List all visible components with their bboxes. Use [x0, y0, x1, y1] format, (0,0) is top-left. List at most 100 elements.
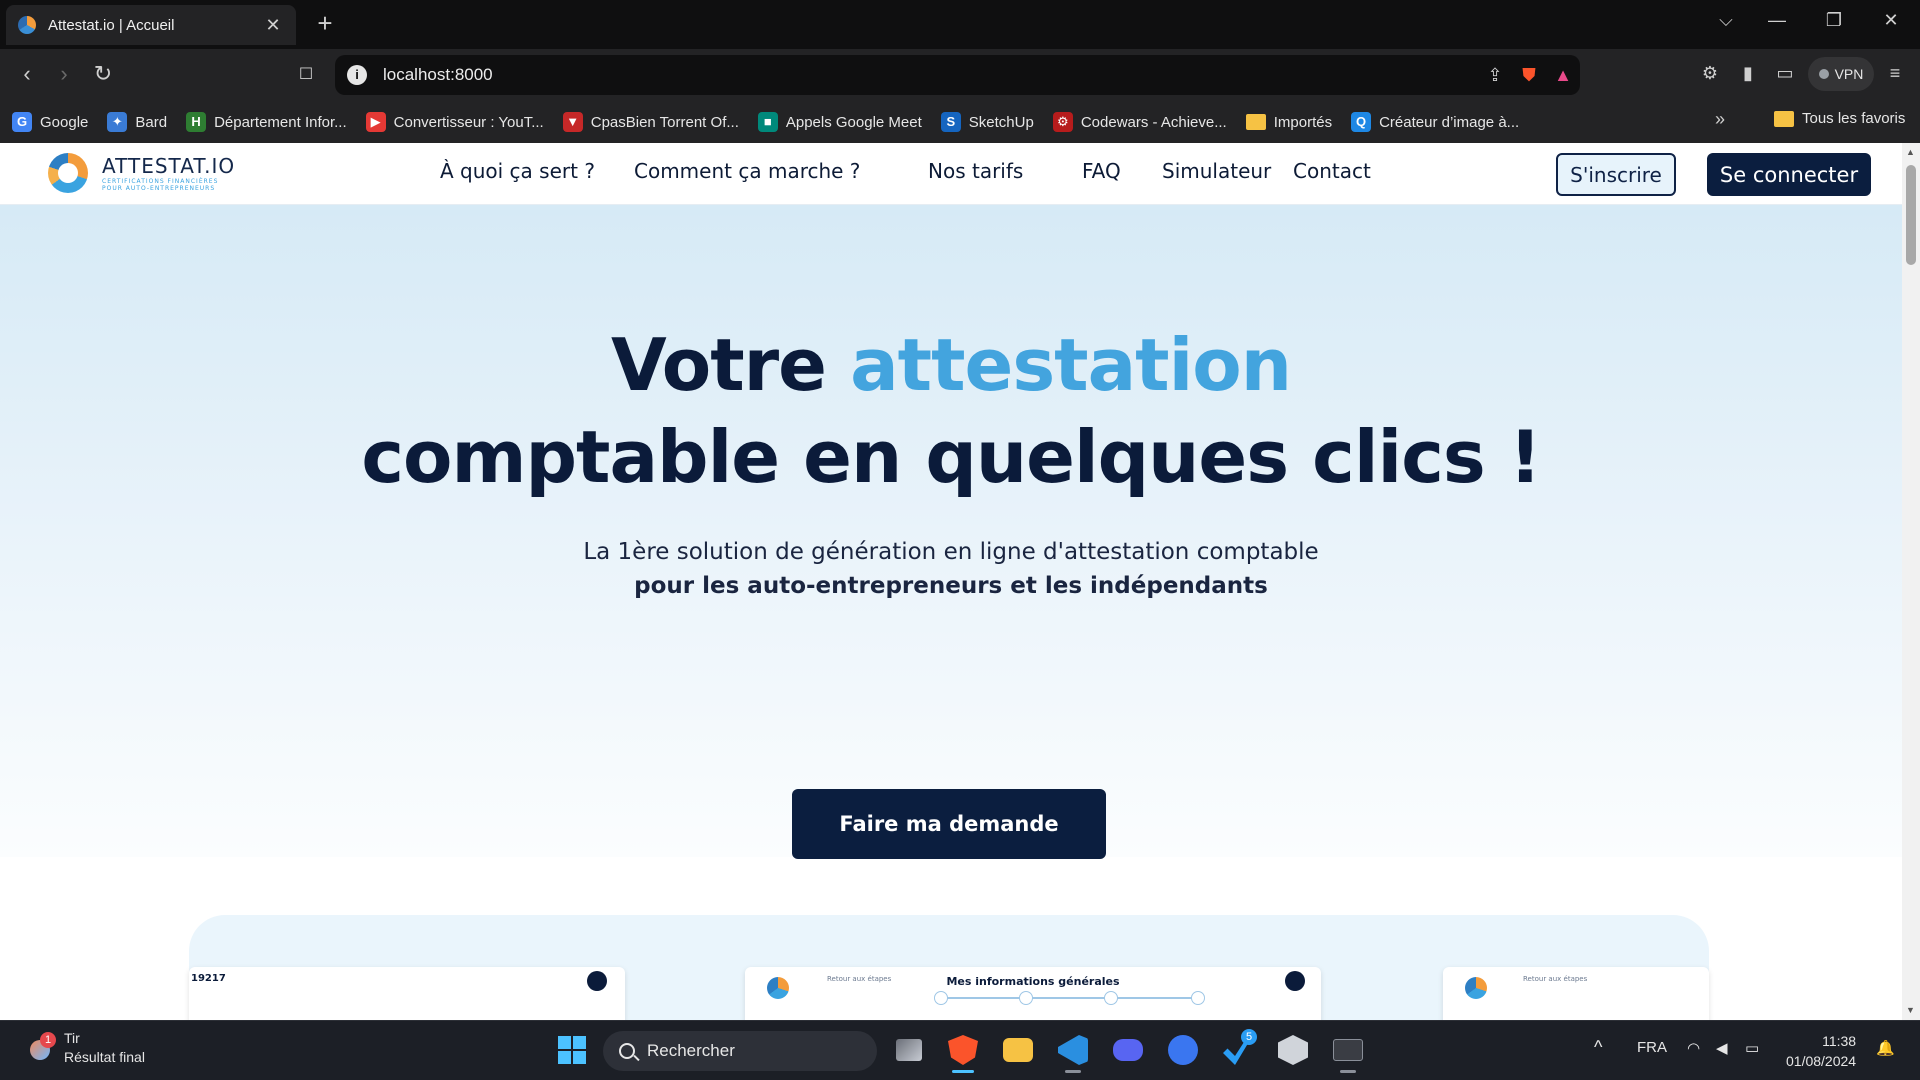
taskbar-search[interactable]: Rechercher — [603, 1031, 877, 1071]
app-screenshot-1: 19217 — [189, 967, 625, 1020]
browser-tab-active[interactable]: Attestat.io | Accueil ✕ — [6, 5, 296, 45]
maximize-button[interactable]: ❐ — [1814, 10, 1854, 31]
request-button[interactable]: Faire ma demande — [792, 789, 1106, 859]
bookmark-label: Bard — [135, 113, 168, 131]
address-url[interactable]: localhost:8000 — [383, 65, 1478, 85]
wifi-icon[interactable]: ◠ — [1687, 1039, 1700, 1057]
brave-shields-icon[interactable]: ⛊ — [1512, 65, 1546, 86]
notification-bell-icon[interactable]: 🔔 — [1876, 1039, 1895, 1057]
bookmarks-overflow-icon[interactable]: » — [1715, 109, 1725, 130]
scroll-up-icon[interactable]: ▲ — [1906, 147, 1915, 157]
bookmarks-bar: G Google ✦ Bard H Département Infor... ▶ Conver… — [0, 101, 1920, 143]
login-button[interactable]: Se connecter — [1707, 153, 1871, 196]
nav-link-simulateur[interactable]: Simulateur — [1162, 159, 1271, 183]
signal-icon — [1168, 1035, 1198, 1065]
screenshot-id: 19217 — [191, 973, 226, 984]
step-2-icon — [1019, 991, 1033, 1005]
wallet-icon[interactable]: ▭ — [1770, 63, 1800, 84]
step-3-icon — [1104, 991, 1118, 1005]
browser-toolbar: ‹ › ↻ ☐ i localhost:8000 ⇪ ⛊ ▲ ⚙ ▮ ▭ VPN… — [0, 49, 1920, 101]
clock-time: 11:38 — [1822, 1033, 1857, 1049]
bookmark-label: CpasBien Torrent Of... — [590, 113, 739, 131]
signup-button[interactable]: S'inscrire — [1556, 153, 1676, 196]
share-icon[interactable]: ⇪ — [1478, 65, 1512, 86]
all-bookmarks-folder[interactable]: Tous les favoris — [1774, 110, 1905, 127]
site-info-icon[interactable]: i — [347, 65, 367, 85]
bookmark-page-icon[interactable]: ☐ — [291, 64, 321, 84]
bookmark-label: Département Infor... — [214, 113, 347, 131]
vpn-label: VPN — [1834, 66, 1864, 82]
extensions-icon[interactable]: ⚙ — [1695, 63, 1725, 84]
reload-button[interactable]: ↻ — [88, 61, 118, 87]
taskbar-app-explorer[interactable] — [1001, 1033, 1035, 1067]
taskbar-app-signal[interactable] — [1166, 1033, 1200, 1067]
bookmark-item[interactable]: ▶ Convertisseur : YouT... — [365, 112, 544, 132]
vpn-status-icon — [1818, 69, 1829, 79]
page-scrollbar[interactable]: ▲ ▼ — [1902, 143, 1920, 1020]
attestat-favicon-icon — [18, 16, 36, 34]
forward-button[interactable]: › — [49, 61, 79, 87]
user-icon — [1285, 971, 1305, 991]
address-bar[interactable]: i localhost:8000 ⇪ ⛊ ▲ — [335, 55, 1580, 95]
hero-section: Votre attestation comptable en quelques … — [0, 205, 1902, 859]
all-bookmarks-label: Tous les favoris — [1802, 110, 1906, 127]
taskbar-app-brave[interactable] — [946, 1033, 980, 1073]
scroll-down-icon[interactable]: ▼ — [1906, 1005, 1915, 1015]
nav-link-contact[interactable]: Contact — [1293, 159, 1371, 183]
bookmark-label: Google — [40, 113, 89, 131]
tab-search-chevron-icon[interactable]: ⌵ — [1706, 10, 1746, 31]
taskbar-app-discord[interactable] — [1111, 1033, 1145, 1067]
bookmark-favicon-icon: ▶ — [365, 112, 386, 132]
brave-rewards-icon[interactable]: ▲ — [1546, 65, 1580, 86]
stepper — [934, 991, 1205, 1005]
site-logo[interactable]: ATTESTAT.IO CERTIFICATIONS FINANCIÈRES P… — [48, 153, 235, 193]
volume-icon[interactable]: ◀ — [1716, 1039, 1728, 1057]
bookmark-favicon-icon: G — [12, 112, 32, 132]
nav-link-a-quoi-ca-sert[interactable]: À quoi ça sert ? — [440, 159, 595, 183]
back-button[interactable]: ‹ — [12, 61, 42, 87]
nav-link-nos-tarifs[interactable]: Nos tarifs — [928, 159, 1023, 183]
back-to-steps-link: Retour aux étapes — [1523, 975, 1588, 983]
bookmark-item[interactable]: Q Créateur d’image à... — [1351, 112, 1519, 132]
close-window-button[interactable]: ✕ — [1871, 10, 1911, 31]
taskbar-app-terminal[interactable] — [1331, 1033, 1365, 1073]
clock-date: 01/08/2024 — [1786, 1053, 1857, 1069]
scrollbar-thumb[interactable] — [1906, 165, 1916, 265]
bookmark-item[interactable]: ▼ CpasBien Torrent Of... — [562, 112, 739, 132]
vpn-button[interactable]: VPN — [1808, 57, 1874, 91]
system-clock[interactable]: 11:38 01/08/2024 — [1786, 1031, 1856, 1071]
bookmark-favicon-icon: H — [186, 112, 207, 132]
menu-icon[interactable]: ≡ — [1880, 63, 1910, 84]
tray-chevron-icon[interactable]: ^ — [1594, 1037, 1602, 1058]
nav-link-faq[interactable]: FAQ — [1082, 159, 1121, 183]
bookmark-item[interactable]: H Département Infor... — [186, 112, 347, 132]
user-icon — [587, 971, 607, 991]
bookmark-item[interactable]: ⚙ Codewars - Achieve... — [1052, 112, 1227, 132]
taskbar-app-vscode[interactable] — [1056, 1033, 1090, 1073]
taskbar-app-virtualbox[interactable] — [1276, 1033, 1310, 1067]
bookmark-item[interactable]: S SketchUp — [940, 112, 1034, 132]
task-view-button[interactable] — [892, 1033, 926, 1067]
bookmark-label: Codewars - Achieve... — [1080, 113, 1227, 131]
bookmark-item[interactable]: G Google — [12, 112, 88, 132]
step-1-icon — [934, 991, 948, 1005]
taskbar-app-steam[interactable]: 5 — [1221, 1029, 1257, 1067]
logo-name: ATTESTAT.IO — [102, 154, 236, 178]
sidebar-icon[interactable]: ▮ — [1733, 63, 1763, 84]
tab-title: Attestat.io | Accueil — [48, 16, 175, 34]
site-header: ATTESTAT.IO CERTIFICATIONS FINANCIÈRES P… — [0, 143, 1902, 205]
widget-line-2: Résultat final — [64, 1049, 145, 1065]
battery-icon[interactable]: ▭ — [1745, 1039, 1759, 1057]
nav-link-comment-ca-marche[interactable]: Comment ça marche ? — [634, 159, 860, 183]
minimize-button[interactable]: — — [1757, 10, 1797, 31]
language-indicator[interactable]: FRA — [1637, 1039, 1667, 1056]
start-button[interactable] — [555, 1033, 589, 1067]
tab-close-icon[interactable]: ✕ — [262, 15, 284, 36]
weather-widget[interactable]: 1 Tir Résultat final — [26, 1029, 145, 1067]
app-screenshot-3: Retour aux étapes — [1443, 967, 1709, 1020]
weather-icon: 1 — [26, 1032, 56, 1062]
new-tab-button[interactable]: + — [310, 8, 340, 39]
bookmark-item[interactable]: ✦ Bard — [107, 112, 167, 132]
bookmark-item[interactable]: Importés — [1245, 114, 1332, 131]
bookmark-item[interactable]: ■ Appels Google Meet — [757, 112, 922, 132]
